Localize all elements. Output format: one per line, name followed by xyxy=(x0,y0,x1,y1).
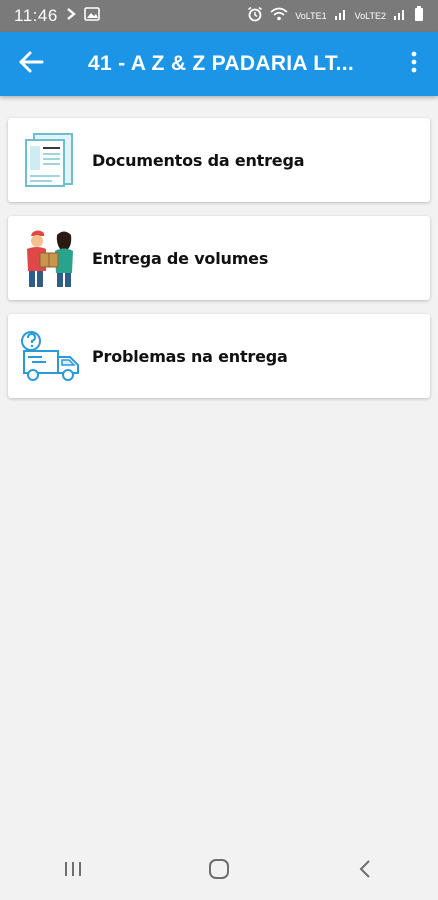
app-bar: 41 - A Z & Z PADARIA LT... xyxy=(0,32,438,96)
back-button[interactable] xyxy=(0,32,62,96)
overflow-menu-button[interactable] xyxy=(390,32,438,96)
chevron-right-icon xyxy=(66,7,76,25)
home-icon xyxy=(208,858,230,885)
network-label-2: VoLTE2 xyxy=(354,10,386,21)
card-label: Problemas na entrega xyxy=(92,346,288,366)
documents-icon xyxy=(8,118,92,202)
card-label: Documentos da entrega xyxy=(92,150,305,170)
arrow-back-icon xyxy=(18,50,44,79)
signal-icon-1 xyxy=(334,7,348,25)
more-vert-icon xyxy=(411,51,417,78)
recent-apps-icon xyxy=(63,860,83,883)
gallery-notification-icon xyxy=(83,6,100,26)
card-documentos-da-entrega[interactable]: Documentos da entrega xyxy=(8,118,430,202)
network-label-1: VoLTE1 xyxy=(295,10,327,21)
card-problemas-na-entrega[interactable]: Problemas na entrega xyxy=(8,314,430,398)
card-entrega-de-volumes[interactable]: Entrega de volumes xyxy=(8,216,430,300)
recent-apps-button[interactable] xyxy=(33,846,113,896)
battery-icon xyxy=(414,5,424,27)
chevron-left-icon xyxy=(358,859,372,884)
wifi-icon xyxy=(270,7,288,26)
system-nav-bar xyxy=(0,842,438,900)
delivery-people-icon xyxy=(8,216,92,300)
status-time: 11:46 xyxy=(14,6,58,25)
truck-question-icon xyxy=(8,314,92,398)
alarm-icon xyxy=(247,6,263,27)
back-nav-button[interactable] xyxy=(325,846,405,896)
page-title: 41 - A Z & Z PADARIA LT... xyxy=(88,52,355,75)
menu-list: Documentos da entrega Entrega de volumes xyxy=(8,118,430,412)
card-label: Entrega de volumes xyxy=(92,248,269,268)
home-button[interactable] xyxy=(179,846,259,896)
signal-icon-2 xyxy=(393,7,407,25)
status-bar: 11:46 VoLTE1 VoLTE2 xyxy=(0,0,438,32)
